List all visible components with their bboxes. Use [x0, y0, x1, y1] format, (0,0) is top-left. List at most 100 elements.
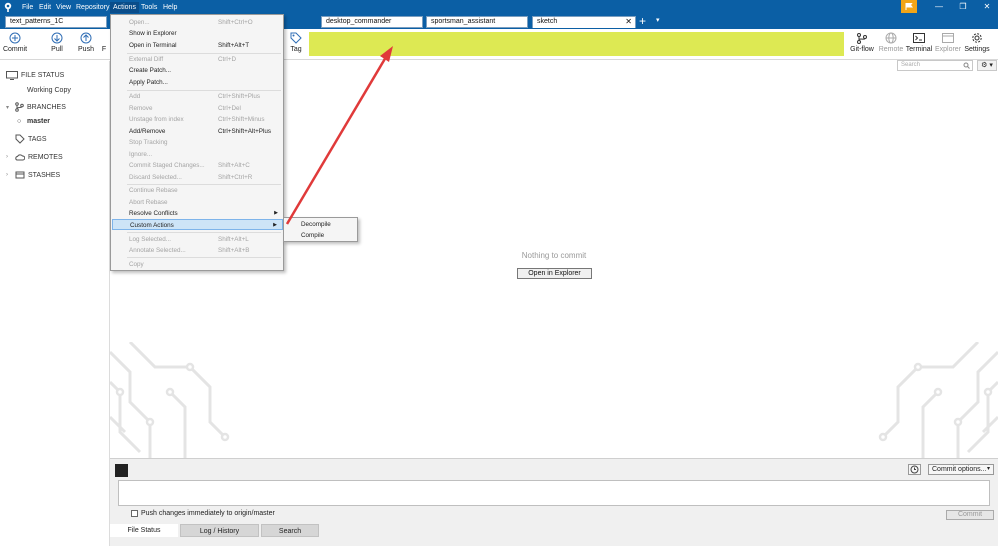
- maximize-button[interactable]: ❐: [954, 2, 972, 12]
- menu-item-log-selected[interactable]: Log Selected... Shift+Alt+L: [111, 234, 283, 245]
- menu-item-show-in-explorer[interactable]: Show in Explorer: [111, 28, 283, 39]
- close-window-button[interactable]: ✕: [978, 2, 996, 12]
- menu-item-open[interactable]: Open... Shift+Ctrl+O: [111, 17, 283, 28]
- sidebar-item-master[interactable]: ○ master: [17, 118, 50, 125]
- menu-item-shortcut: Ctrl+Shift+Minus: [218, 116, 265, 123]
- commit-message-input[interactable]: [118, 480, 990, 506]
- tab-desktop-commander[interactable]: desktop_commander: [321, 16, 423, 28]
- arrow-down-icon: [51, 32, 63, 44]
- tab-close-icon[interactable]: ✕: [625, 17, 632, 27]
- menu-item-commit-staged[interactable]: Commit Staged Changes... Shift+Alt+C: [111, 160, 283, 171]
- menu-repository[interactable]: Repository: [73, 2, 112, 13]
- sidebar-item-working-copy[interactable]: Working Copy: [27, 87, 71, 94]
- push-immediately-checkbox[interactable]: [131, 510, 138, 517]
- menu-item-add[interactable]: Add Ctrl+Shift+Plus: [111, 91, 283, 102]
- menu-view[interactable]: View: [53, 2, 74, 13]
- highlight-bar: [309, 32, 844, 56]
- push-button[interactable]: Push: [72, 32, 100, 53]
- tab-sketch[interactable]: sketch ✕: [532, 16, 636, 28]
- sidebar-item-tags[interactable]: TAGS: [6, 134, 47, 144]
- submenu-item-decompile[interactable]: Decompile: [301, 219, 331, 230]
- menu-file[interactable]: File: [19, 2, 36, 13]
- menu-item-shortcut: Ctrl+Del: [218, 105, 241, 112]
- sidebar-item-remotes[interactable]: › REMOTES: [6, 152, 63, 162]
- minimize-button[interactable]: —: [930, 2, 948, 12]
- settings-label: Settings: [964, 46, 990, 53]
- menu-edit[interactable]: Edit: [36, 2, 54, 13]
- file-status-label: FILE STATUS: [21, 72, 65, 79]
- remote-button[interactable]: Remote: [877, 32, 905, 53]
- explorer-button[interactable]: Explorer: [934, 32, 962, 53]
- circuit-decoration-right: [878, 342, 998, 458]
- open-in-explorer-button[interactable]: Open in Explorer: [517, 268, 592, 279]
- tab-text-patterns[interactable]: text_patterns_1C: [5, 16, 107, 28]
- tab-log-history[interactable]: Log / History: [180, 524, 259, 537]
- menu-item-copy[interactable]: Copy: [111, 259, 283, 270]
- actions-menu: Open... Shift+Ctrl+O Show in Explorer Ope…: [110, 14, 284, 271]
- gear-small-icon: ⚙ ▾: [981, 62, 993, 69]
- commit-button[interactable]: Commit: [1, 32, 29, 53]
- terminal-label: Terminal: [905, 46, 933, 53]
- bottom-tabs: File Status Log / History Search: [110, 524, 998, 546]
- search-input[interactable]: Search: [897, 60, 973, 71]
- explorer-label: Explorer: [934, 46, 962, 53]
- push-immediately-label: Push changes immediately to origin/maste…: [141, 510, 275, 517]
- sidebar: FILE STATUS Working Copy ▾ BRANCHES ○ ma…: [0, 61, 110, 546]
- menu-help[interactable]: Help: [160, 2, 180, 13]
- menu-item-resolve-conflicts[interactable]: Resolve Conflicts ▶: [111, 208, 283, 219]
- menu-tools[interactable]: Tools: [138, 2, 160, 13]
- menu-item-continue-rebase[interactable]: Continue Rebase: [111, 185, 283, 196]
- push-label: Push: [78, 46, 94, 53]
- menu-item-apply-patch[interactable]: Apply Patch...: [111, 77, 283, 88]
- menu-item-shortcut: Ctrl+Shift+Alt+Plus: [218, 128, 272, 135]
- fetch-label: F: [101, 46, 107, 53]
- git-flow-button[interactable]: Git-flow: [848, 32, 876, 53]
- menu-item-abort-rebase[interactable]: Abort Rebase: [111, 197, 283, 208]
- tab-search[interactable]: Search: [261, 524, 319, 537]
- pull-button[interactable]: Pull: [43, 32, 71, 53]
- fetch-button[interactable]: F: [98, 46, 110, 53]
- tab-sportsman-assistant[interactable]: sportsman_assistant: [426, 16, 528, 28]
- commit-options-dropdown[interactable]: Commit options... ▾: [928, 464, 994, 475]
- sidebar-item-file-status[interactable]: FILE STATUS: [6, 71, 64, 80]
- title-bar: File Edit View Repository Actions Tools …: [0, 0, 998, 14]
- commit-submit-button[interactable]: Commit: [946, 510, 994, 520]
- menu-item-open-in-terminal[interactable]: Open in Terminal Shift+Alt+T: [111, 40, 283, 51]
- menu-item-discard-selected[interactable]: Discard Selected... Shift+Ctrl+R: [111, 172, 283, 183]
- tab-label: text_patterns_1C: [10, 18, 64, 25]
- add-tab-button[interactable]: +: [639, 15, 646, 27]
- menu-item-shortcut: Shift+Alt+L: [218, 236, 249, 243]
- menu-item-unstage[interactable]: Unstage from index Ctrl+Shift+Minus: [111, 114, 283, 125]
- tab-file-status[interactable]: File Status: [110, 524, 178, 537]
- menu-item-ignore[interactable]: Ignore...: [111, 149, 283, 160]
- view-options-button[interactable]: ⚙ ▾: [977, 60, 997, 71]
- notification-flag[interactable]: [901, 0, 917, 13]
- menu-item-label: Ignore...: [129, 151, 153, 158]
- menu-item-label: Annotate Selected...: [129, 247, 186, 254]
- menu-item-shortcut: Shift+Alt+T: [218, 42, 250, 49]
- sidebar-item-branches[interactable]: ▾ BRANCHES: [6, 102, 66, 112]
- master-label: master: [27, 118, 50, 125]
- menu-separator: [127, 232, 281, 233]
- menu-item-annotate-selected[interactable]: Annotate Selected... Shift+Alt+B: [111, 245, 283, 256]
- menu-item-custom-actions[interactable]: Custom Actions ▶: [112, 219, 283, 230]
- submenu-item-compile[interactable]: Compile: [301, 230, 324, 241]
- commit-area: Commit options... ▾ Push changes immedia…: [110, 458, 998, 524]
- menu-item-stop-tracking[interactable]: Stop Tracking: [111, 137, 283, 148]
- menu-item-remove[interactable]: Remove Ctrl+Del: [111, 103, 283, 114]
- chevron-down-icon: ▾: [986, 466, 990, 472]
- commit-history-button[interactable]: [908, 464, 921, 475]
- terminal-button[interactable]: Terminal: [905, 32, 933, 53]
- tab-list-dropdown[interactable]: ▾: [656, 15, 660, 27]
- tag-button[interactable]: Tag: [282, 32, 310, 53]
- menu-actions[interactable]: Actions: [110, 2, 139, 13]
- menu-item-create-patch[interactable]: Create Patch...: [111, 65, 283, 76]
- menu-item-shortcut: Shift+Alt+C: [218, 162, 250, 169]
- cloud-icon: [15, 154, 25, 161]
- menu-item-external-diff[interactable]: External Diff Ctrl+D: [111, 54, 283, 65]
- menu-item-shortcut: Ctrl+Shift+Plus: [218, 93, 260, 100]
- menu-item-add-remove[interactable]: Add/Remove Ctrl+Shift+Alt+Plus: [111, 126, 283, 137]
- folder-icon: [942, 33, 954, 43]
- sidebar-item-stashes[interactable]: › STASHES: [6, 170, 60, 180]
- settings-button[interactable]: Settings: [963, 32, 991, 53]
